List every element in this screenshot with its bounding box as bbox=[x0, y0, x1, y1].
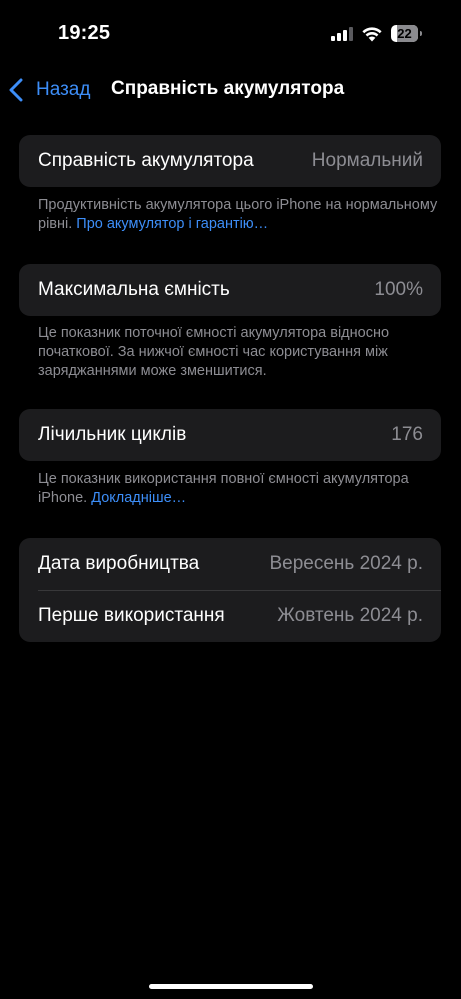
first-use-value: Жовтень 2024 р. bbox=[277, 605, 423, 626]
battery-health-row: Справність акумулятора Нормальний bbox=[19, 135, 441, 187]
manufacture-date-row: Дата виробництва Вересень 2024 р. bbox=[19, 538, 441, 590]
cycle-count-value: 176 bbox=[391, 424, 423, 445]
cellular-signal-icon bbox=[331, 27, 353, 41]
max-capacity-label: Максимальна ємність bbox=[38, 279, 230, 300]
cycle-count-group: Лічильник циклів 176 bbox=[19, 409, 441, 461]
back-label: Назад bbox=[36, 79, 91, 100]
battery-body: 22 bbox=[391, 25, 418, 42]
cycle-count-footnote: Це показник використання повної ємності … bbox=[38, 470, 438, 508]
chevron-left-icon bbox=[9, 78, 23, 102]
cycle-count-label: Лічильник циклів bbox=[38, 424, 187, 445]
navigation-bar: Назад Справність акумулятора bbox=[0, 70, 461, 110]
status-time: 19:25 bbox=[58, 22, 111, 44]
dates-group: Дата виробництва Вересень 2024 р. Перше … bbox=[19, 538, 441, 642]
battery-health-value: Нормальний bbox=[311, 150, 423, 171]
max-capacity-value: 100% bbox=[374, 279, 423, 300]
home-indicator[interactable] bbox=[149, 984, 313, 989]
battery-warranty-link[interactable]: Про акумулятор і гарантію… bbox=[76, 216, 268, 232]
first-use-row: Перше використання Жовтень 2024 р. bbox=[19, 590, 441, 642]
battery-health-label: Справність акумулятора bbox=[38, 150, 254, 171]
battery-icon: 22 bbox=[391, 25, 423, 42]
learn-more-link[interactable]: Докладніше… bbox=[91, 490, 186, 506]
status-bar: 19:25 22 bbox=[0, 0, 461, 70]
back-button[interactable]: Назад bbox=[8, 76, 90, 104]
max-capacity-footnote: Це показник поточної ємності акумулятора… bbox=[38, 325, 390, 379]
battery-level: 22 bbox=[397, 26, 412, 41]
wifi-icon bbox=[362, 27, 382, 42]
manufacture-date-value: Вересень 2024 р. bbox=[269, 553, 423, 574]
battery-health-footnote: Продуктивність акумулятора цього iPhone … bbox=[38, 196, 438, 234]
manufacture-date-label: Дата виробництва bbox=[38, 553, 200, 574]
page-title: Справність акумулятора bbox=[111, 78, 345, 99]
max-capacity-group: Максимальна ємність 100% bbox=[19, 264, 441, 316]
first-use-label: Перше використання bbox=[38, 605, 225, 626]
battery-health-group: Справність акумулятора Нормальний bbox=[19, 135, 441, 187]
battery-tip bbox=[420, 31, 422, 36]
max-capacity-row: Максимальна ємність 100% bbox=[19, 264, 441, 316]
cycle-count-row: Лічильник циклів 176 bbox=[19, 409, 441, 461]
